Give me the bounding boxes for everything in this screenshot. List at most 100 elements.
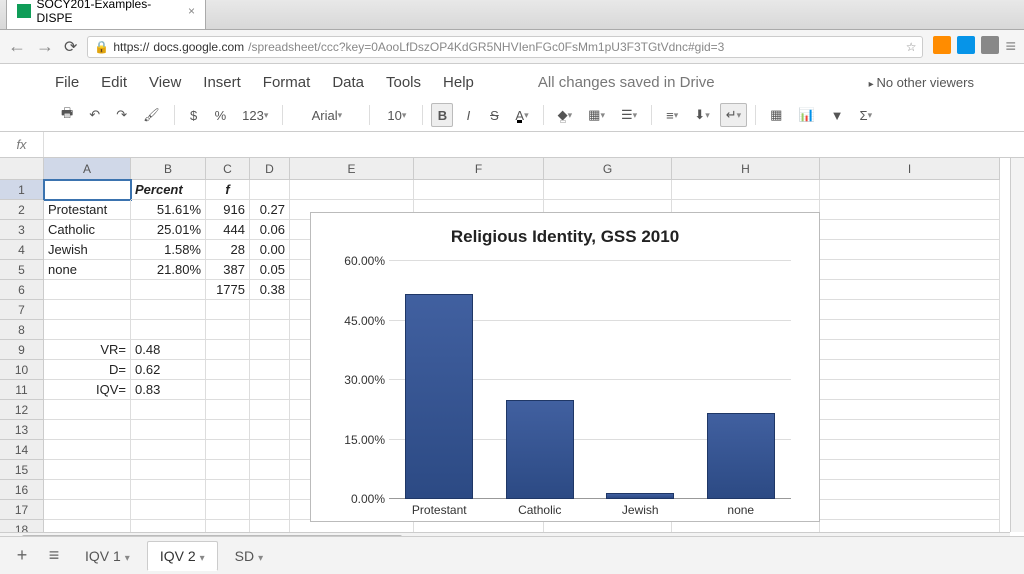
cell[interactable] bbox=[44, 300, 131, 320]
cell[interactable] bbox=[131, 460, 206, 480]
select-all-corner[interactable] bbox=[0, 158, 44, 180]
col-header[interactable]: C bbox=[206, 158, 250, 180]
cell[interactable] bbox=[131, 420, 206, 440]
format-currency-button[interactable]: $ bbox=[183, 103, 205, 127]
cell[interactable]: 0.38 bbox=[250, 280, 290, 300]
functions-button[interactable]: Σ bbox=[854, 103, 879, 127]
cell[interactable] bbox=[820, 340, 1000, 360]
cell[interactable]: 0.06 bbox=[250, 220, 290, 240]
cell[interactable] bbox=[131, 500, 206, 520]
redo-button[interactable]: ↷ bbox=[110, 103, 133, 127]
row-header[interactable]: 13 bbox=[0, 420, 44, 440]
row-header[interactable]: 14 bbox=[0, 440, 44, 460]
cell[interactable] bbox=[206, 480, 250, 500]
menu-format[interactable]: Format bbox=[263, 74, 311, 91]
cell[interactable]: 916 bbox=[206, 200, 250, 220]
extension-icon[interactable] bbox=[981, 36, 999, 54]
col-header[interactable]: E bbox=[290, 158, 414, 180]
row-header[interactable]: 10 bbox=[0, 360, 44, 380]
cell[interactable] bbox=[250, 460, 290, 480]
cell[interactable] bbox=[44, 280, 131, 300]
filter-button[interactable]: ▼ bbox=[825, 103, 850, 127]
cell[interactable]: Jewish bbox=[44, 240, 131, 260]
cell[interactable] bbox=[820, 280, 1000, 300]
cell[interactable]: none bbox=[44, 260, 131, 280]
horizontal-align-button[interactable]: ≡ bbox=[660, 103, 684, 127]
cell[interactable] bbox=[206, 400, 250, 420]
cell[interactable] bbox=[131, 480, 206, 500]
cell[interactable]: Catholic bbox=[44, 220, 131, 240]
cell[interactable]: 0.27 bbox=[250, 200, 290, 220]
sheet-tab-active[interactable]: IQV 2▾ bbox=[147, 541, 218, 571]
cell[interactable]: Percent bbox=[131, 180, 206, 200]
cell[interactable] bbox=[206, 380, 250, 400]
cell[interactable]: 387 bbox=[206, 260, 250, 280]
paint-format-button[interactable]: 🖌 bbox=[137, 103, 166, 127]
cell[interactable] bbox=[44, 180, 131, 200]
col-header[interactable]: G bbox=[544, 158, 672, 180]
strikethrough-button[interactable]: S bbox=[483, 103, 505, 127]
cell[interactable]: 51.61% bbox=[131, 200, 206, 220]
cell[interactable] bbox=[206, 500, 250, 520]
format-number-button[interactable]: 123 bbox=[236, 103, 274, 127]
cell[interactable] bbox=[820, 480, 1000, 500]
merge-cells-button[interactable]: ☰ bbox=[615, 103, 643, 127]
cell[interactable] bbox=[820, 360, 1000, 380]
chrome-menu-icon[interactable]: ≡ bbox=[1005, 36, 1016, 57]
menu-data[interactable]: Data bbox=[332, 74, 364, 91]
cell[interactable] bbox=[820, 400, 1000, 420]
cell[interactable]: f bbox=[206, 180, 250, 200]
row-header[interactable]: 17 bbox=[0, 500, 44, 520]
cell[interactable] bbox=[820, 240, 1000, 260]
cell[interactable]: 1.58% bbox=[131, 240, 206, 260]
undo-button[interactable]: ↶ bbox=[83, 103, 106, 127]
vertical-scrollbar[interactable] bbox=[1010, 158, 1024, 532]
cell[interactable]: 0.05 bbox=[250, 260, 290, 280]
cell[interactable] bbox=[206, 320, 250, 340]
cell[interactable]: 25.01% bbox=[131, 220, 206, 240]
cell[interactable] bbox=[820, 320, 1000, 340]
insert-chart-button[interactable]: ▦ bbox=[764, 103, 788, 127]
cell[interactable] bbox=[250, 320, 290, 340]
row-header[interactable]: 11 bbox=[0, 380, 44, 400]
cell[interactable] bbox=[44, 440, 131, 460]
cell[interactable]: VR= bbox=[44, 340, 131, 360]
font-family-select[interactable]: Arial bbox=[291, 103, 361, 127]
format-percent-button[interactable]: % bbox=[209, 103, 233, 127]
cell[interactable] bbox=[250, 180, 290, 200]
cell[interactable]: 0.00 bbox=[250, 240, 290, 260]
back-button[interactable]: ← bbox=[8, 36, 26, 57]
menu-file[interactable]: File bbox=[55, 74, 79, 91]
col-header[interactable]: I bbox=[820, 158, 1000, 180]
cell[interactable] bbox=[250, 340, 290, 360]
cell[interactable] bbox=[206, 340, 250, 360]
cell[interactable] bbox=[290, 180, 414, 200]
row-header[interactable]: 4 bbox=[0, 240, 44, 260]
cell[interactable] bbox=[44, 420, 131, 440]
cell[interactable]: 444 bbox=[206, 220, 250, 240]
cell[interactable]: 1775 bbox=[206, 280, 250, 300]
bookmark-star-icon[interactable]: ☆ bbox=[906, 40, 917, 54]
cell[interactable] bbox=[131, 400, 206, 420]
chart-object[interactable]: Religious Identity, GSS 2010 0.00%15.00%… bbox=[310, 212, 820, 522]
cell[interactable] bbox=[250, 400, 290, 420]
cell[interactable] bbox=[544, 180, 672, 200]
cell[interactable] bbox=[820, 200, 1000, 220]
row-header[interactable]: 1 bbox=[0, 180, 44, 200]
cell[interactable]: D= bbox=[44, 360, 131, 380]
fill-color-button[interactable]: ◆ bbox=[552, 103, 579, 127]
cell[interactable] bbox=[131, 300, 206, 320]
viewers-status[interactable]: No other viewers bbox=[869, 75, 974, 90]
cell[interactable] bbox=[206, 360, 250, 380]
col-header[interactable]: H bbox=[672, 158, 820, 180]
cell[interactable] bbox=[131, 280, 206, 300]
cell[interactable]: 0.62 bbox=[131, 360, 206, 380]
menu-tools[interactable]: Tools bbox=[386, 74, 421, 91]
reload-button[interactable]: ⟳ bbox=[64, 37, 77, 57]
cell[interactable]: 0.48 bbox=[131, 340, 206, 360]
col-header[interactable]: D bbox=[250, 158, 290, 180]
cell[interactable] bbox=[250, 500, 290, 520]
text-wrap-button[interactable]: ↵ bbox=[720, 103, 747, 127]
cell[interactable] bbox=[250, 380, 290, 400]
cell[interactable] bbox=[44, 500, 131, 520]
